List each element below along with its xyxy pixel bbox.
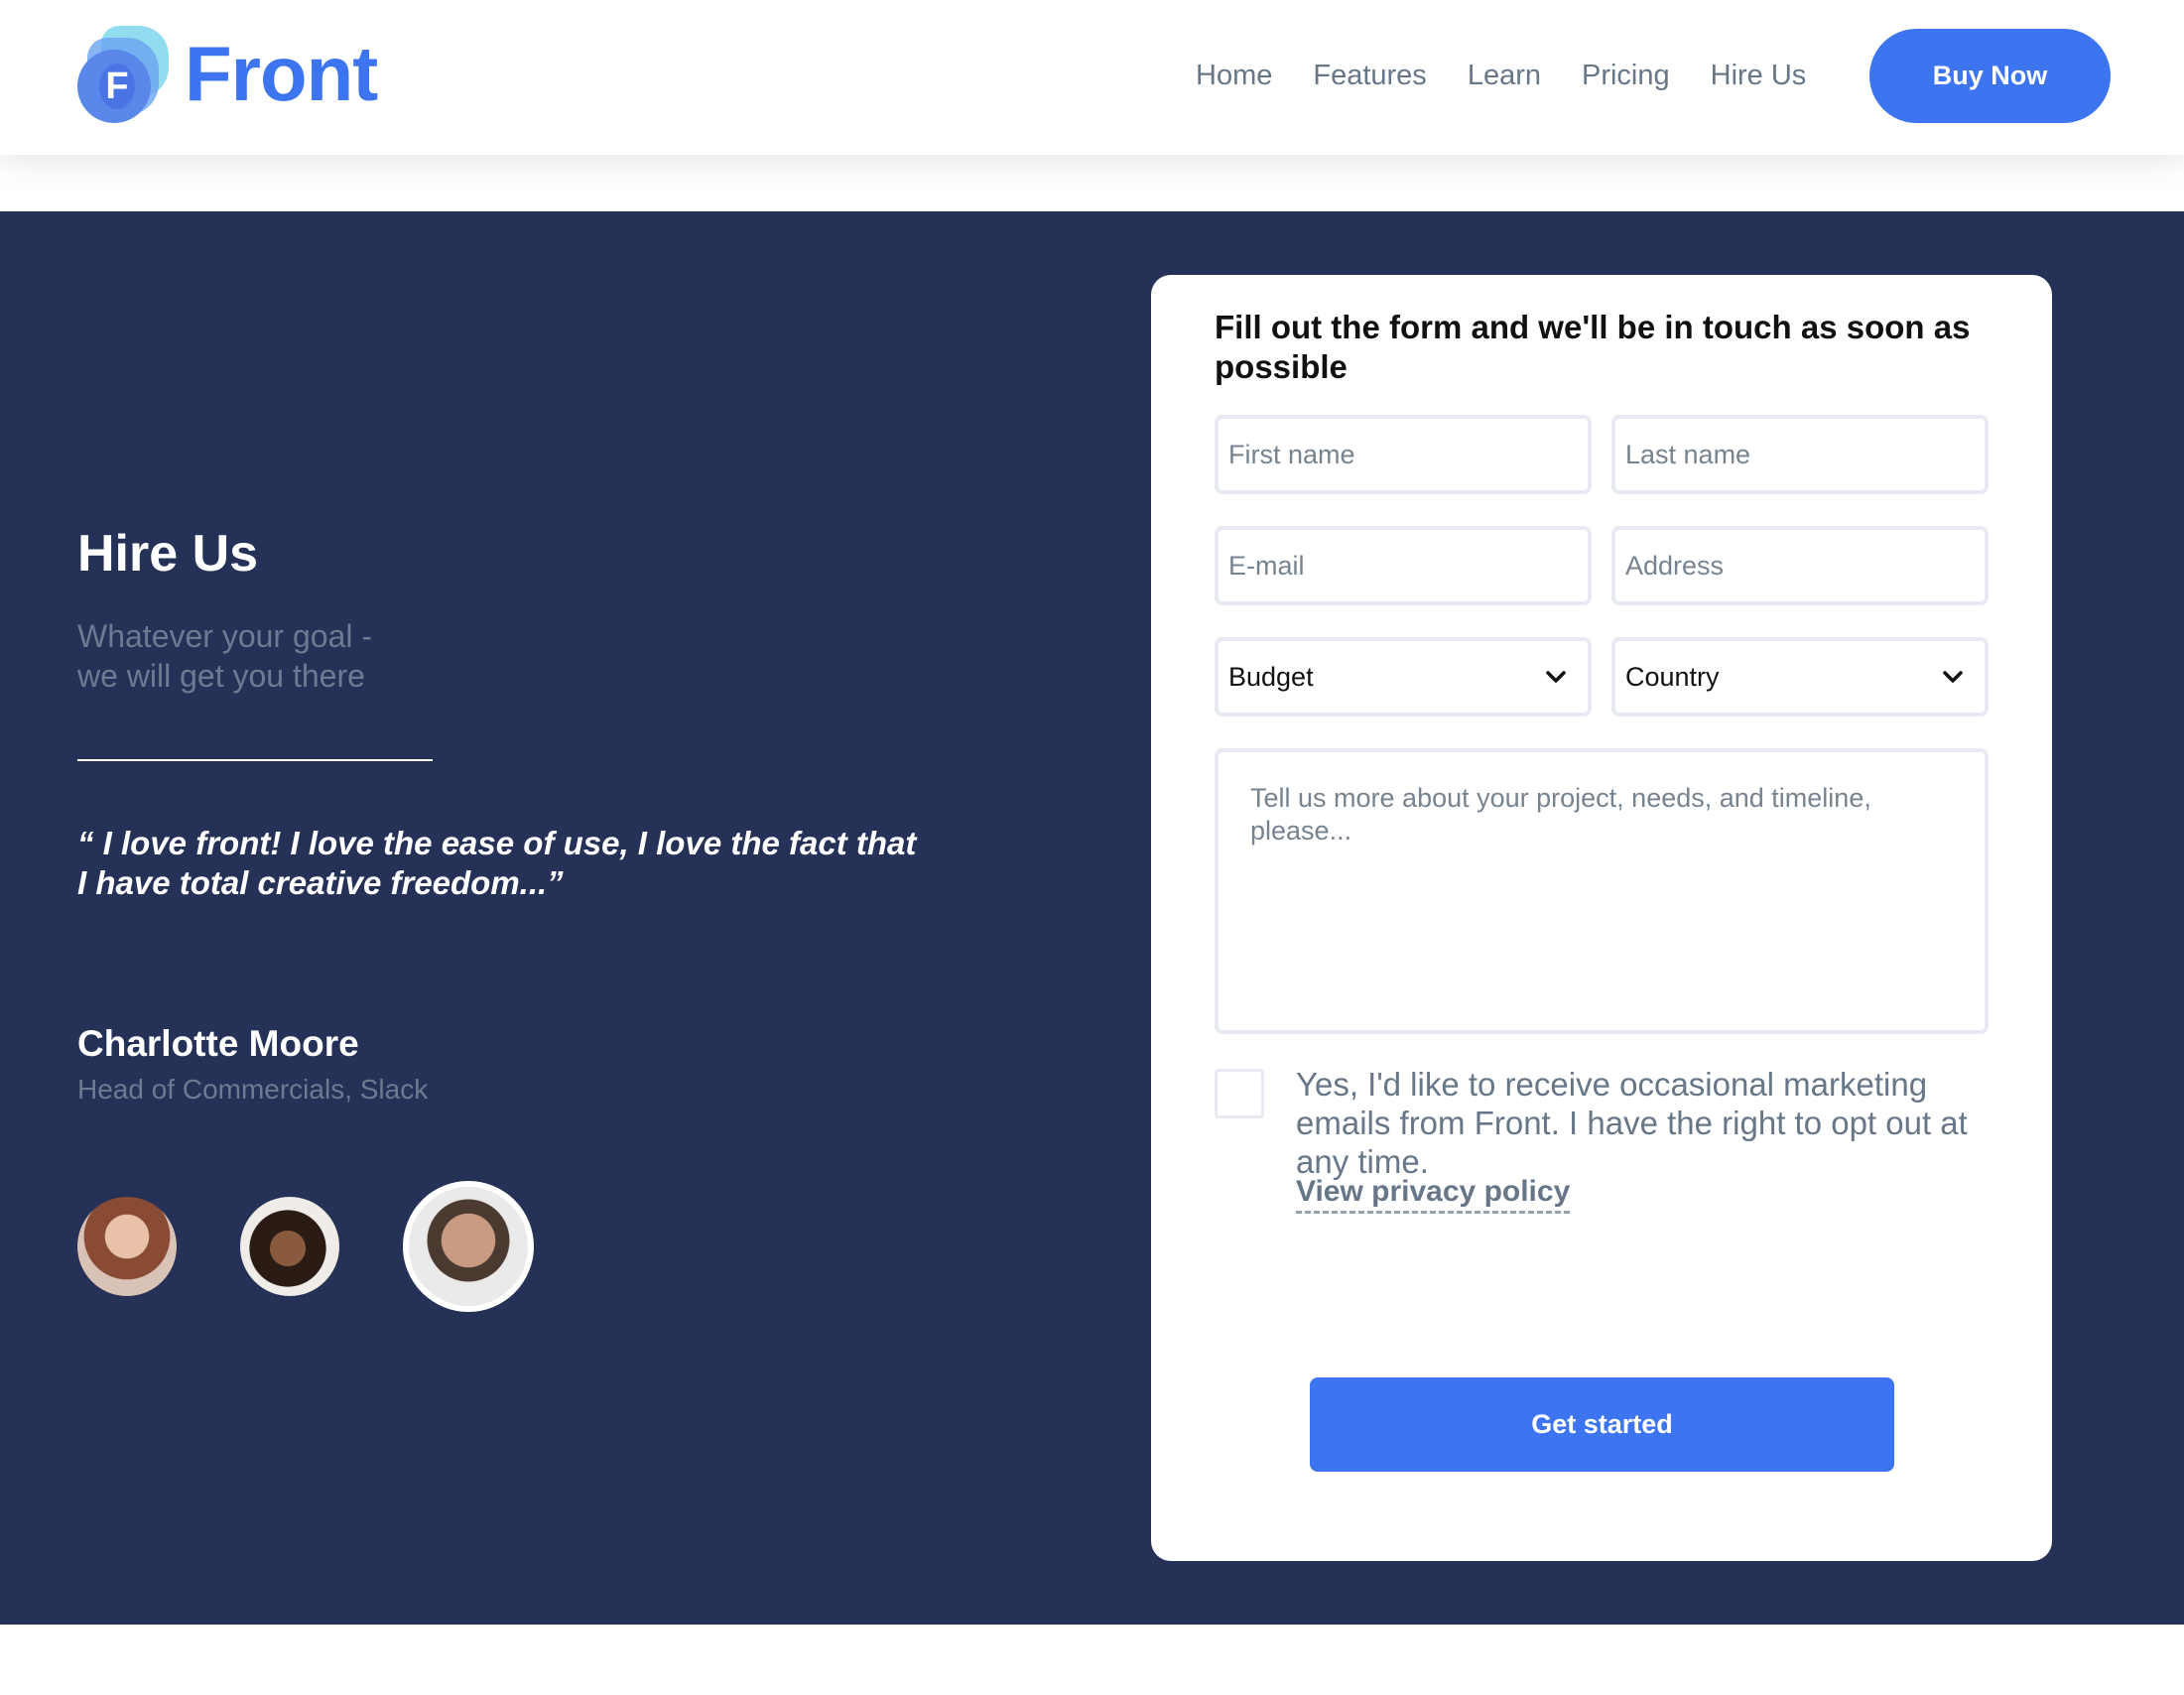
last-name-field[interactable]	[1611, 415, 1989, 494]
contact-form-card: Fill out the form and we'll be in touch …	[1151, 275, 2052, 1561]
budget-select[interactable]: Budget	[1215, 637, 1592, 717]
divider	[77, 759, 433, 761]
nav-home[interactable]: Home	[1196, 58, 1272, 93]
quote-line-2: I have total creative freedom...”	[77, 864, 564, 901]
brand-logo[interactable]: F Front	[75, 26, 378, 123]
testimonial-author: Charlotte Moore	[77, 1023, 359, 1064]
chevron-down-icon	[1943, 671, 1963, 683]
first-name-field[interactable]	[1215, 415, 1592, 494]
main-nav: Home Features Learn Pricing Hire Us	[1196, 58, 1806, 93]
form-title: Fill out the form and we'll be in touch …	[1215, 309, 1971, 385]
country-value: Country	[1625, 661, 1720, 692]
logo-letter: F	[99, 64, 135, 109]
budget-value: Budget	[1228, 661, 1314, 692]
address-field[interactable]	[1611, 526, 1989, 605]
testimonial-role: Head of Commercials, Slack	[77, 1074, 429, 1105]
nav-pricing[interactable]: Pricing	[1582, 58, 1670, 93]
email-field[interactable]	[1215, 526, 1592, 605]
hire-us-section: Hire Us Whatever your goal - we will get…	[0, 211, 2184, 1625]
page-title: Hire Us	[77, 525, 259, 583]
marketing-consent-checkbox[interactable]	[1215, 1069, 1264, 1118]
quote-line-1: “ I love front! I love the ease of use, …	[77, 825, 917, 861]
nav-hire-us[interactable]: Hire Us	[1711, 58, 1807, 93]
avatar[interactable]	[77, 1197, 177, 1296]
subtitle-line-1: Whatever your goal -	[77, 618, 373, 654]
logo-icon: F	[75, 26, 171, 123]
avatar-active[interactable]	[403, 1181, 534, 1312]
marketing-consent-label: Yes, I'd like to receive occasional mark…	[1296, 1066, 1968, 1180]
get-started-button[interactable]: Get started	[1310, 1377, 1894, 1472]
chevron-down-icon	[1546, 671, 1566, 683]
brand-name: Front	[185, 30, 378, 117]
project-details-textarea[interactable]	[1215, 748, 1989, 1034]
country-select[interactable]: Country	[1611, 637, 1989, 717]
testimonial-quote: “ I love front! I love the ease of use, …	[77, 824, 951, 903]
nav-learn[interactable]: Learn	[1468, 58, 1541, 93]
privacy-policy-link[interactable]: View privacy policy	[1296, 1175, 1571, 1214]
subtitle-line-2: we will get you there	[77, 658, 365, 694]
nav-features[interactable]: Features	[1313, 58, 1426, 93]
site-header: F Front Home Features Learn Pricing Hire…	[0, 0, 2184, 155]
buy-now-button[interactable]: Buy Now	[1869, 29, 2111, 123]
page-subtitle: Whatever your goal - we will get you the…	[77, 616, 474, 696]
avatar[interactable]	[240, 1197, 339, 1296]
